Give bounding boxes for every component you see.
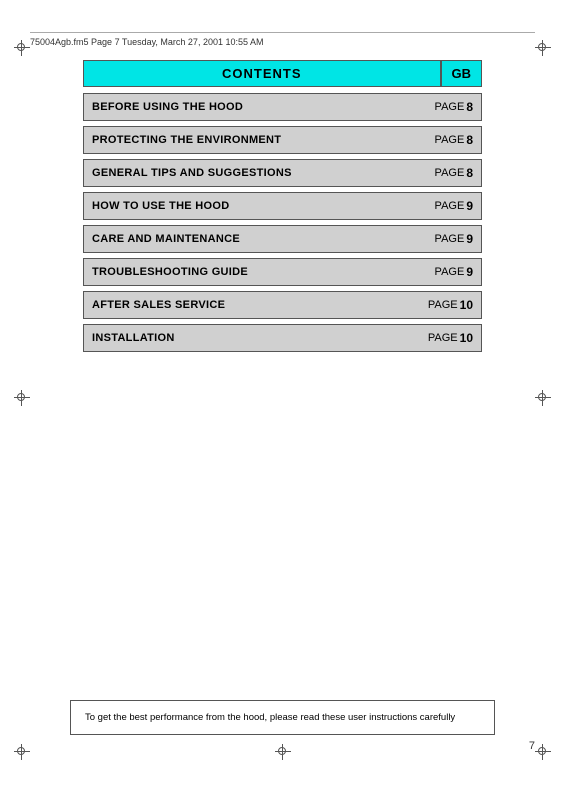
toc-page-number: 9 bbox=[466, 232, 473, 246]
crosshair-mid-left bbox=[14, 390, 30, 406]
toc-row: CARE AND MAINTENANCEPAGE 9 bbox=[83, 225, 482, 253]
toc-row: GENERAL TIPS AND SUGGESTIONSPAGE 8 bbox=[83, 159, 482, 187]
toc-item-label: INSTALLATION bbox=[84, 327, 420, 349]
toc-page-text: PAGE bbox=[435, 134, 465, 146]
toc-page-number: 10 bbox=[460, 331, 473, 345]
crosshair-bottom-right bbox=[535, 744, 551, 760]
toc-item-page: PAGE 9 bbox=[427, 194, 481, 218]
toc-item-label: GENERAL TIPS AND SUGGESTIONS bbox=[84, 162, 427, 184]
toc-page-text: PAGE bbox=[435, 101, 465, 113]
toc-row: BEFORE USING THE HOODPAGE 8 bbox=[83, 93, 482, 121]
toc-item-label: CARE AND MAINTENANCE bbox=[84, 228, 427, 250]
toc-page-number: 8 bbox=[466, 100, 473, 114]
toc-page-text: PAGE bbox=[435, 167, 465, 179]
toc-item-label: PROTECTING THE ENVIRONMENT bbox=[84, 129, 427, 151]
toc-page-text: PAGE bbox=[428, 299, 458, 311]
toc-page-text: PAGE bbox=[428, 332, 458, 344]
toc-item-label: BEFORE USING THE HOOD bbox=[84, 96, 427, 118]
contents-gb-label: GB bbox=[440, 61, 482, 86]
file-info: 75004Agb.fm5 Page 7 Tuesday, March 27, 2… bbox=[30, 37, 264, 47]
toc-item-page: PAGE 8 bbox=[427, 161, 481, 185]
crosshair-top-right bbox=[535, 40, 551, 56]
toc-page-number: 8 bbox=[466, 166, 473, 180]
toc-page-text: PAGE bbox=[435, 266, 465, 278]
toc-page-text: PAGE bbox=[435, 233, 465, 245]
contents-title-row: CONTENTS GB bbox=[83, 60, 482, 87]
toc-page-number: 8 bbox=[466, 133, 473, 147]
toc-item-label: AFTER SALES SERVICE bbox=[84, 294, 420, 316]
header-bar: 75004Agb.fm5 Page 7 Tuesday, March 27, 2… bbox=[30, 32, 535, 47]
toc-page-text: PAGE bbox=[435, 200, 465, 212]
toc-row: HOW TO USE THE HOODPAGE 9 bbox=[83, 192, 482, 220]
bottom-note: To get the best performance from the hoo… bbox=[70, 700, 495, 735]
toc-row: PROTECTING THE ENVIRONMENTPAGE 8 bbox=[83, 126, 482, 154]
toc-item-page: PAGE 8 bbox=[427, 128, 481, 152]
toc-item-page: PAGE 9 bbox=[427, 260, 481, 284]
toc-item-page: PAGE 9 bbox=[427, 227, 481, 251]
toc-row: INSTALLATIONPAGE 10 bbox=[83, 324, 482, 352]
toc-item-label: HOW TO USE THE HOOD bbox=[84, 195, 427, 217]
contents-title: CONTENTS bbox=[84, 61, 440, 86]
crosshair-top-left bbox=[14, 40, 30, 56]
toc-item-page: PAGE 10 bbox=[420, 326, 481, 350]
toc-page-number: 9 bbox=[466, 199, 473, 213]
toc-item-label: TROUBLESHOOTING GUIDE bbox=[84, 261, 427, 283]
crosshair-bottom-left bbox=[14, 744, 30, 760]
page-container: 75004Agb.fm5 Page 7 Tuesday, March 27, 2… bbox=[0, 0, 565, 800]
toc-page-number: 10 bbox=[460, 298, 473, 312]
toc-page-number: 9 bbox=[466, 265, 473, 279]
toc-item-page: PAGE 10 bbox=[420, 293, 481, 317]
toc-item-page: PAGE 8 bbox=[427, 95, 481, 119]
toc-row: AFTER SALES SERVICEPAGE 10 bbox=[83, 291, 482, 319]
toc-row: TROUBLESHOOTING GUIDEPAGE 9 bbox=[83, 258, 482, 286]
page-number: 7 bbox=[529, 740, 535, 752]
crosshair-bottom-center bbox=[275, 744, 291, 760]
toc-list: BEFORE USING THE HOODPAGE 8PROTECTING TH… bbox=[83, 93, 482, 352]
crosshair-mid-right bbox=[535, 390, 551, 406]
main-content: CONTENTS GB BEFORE USING THE HOODPAGE 8P… bbox=[83, 60, 482, 357]
